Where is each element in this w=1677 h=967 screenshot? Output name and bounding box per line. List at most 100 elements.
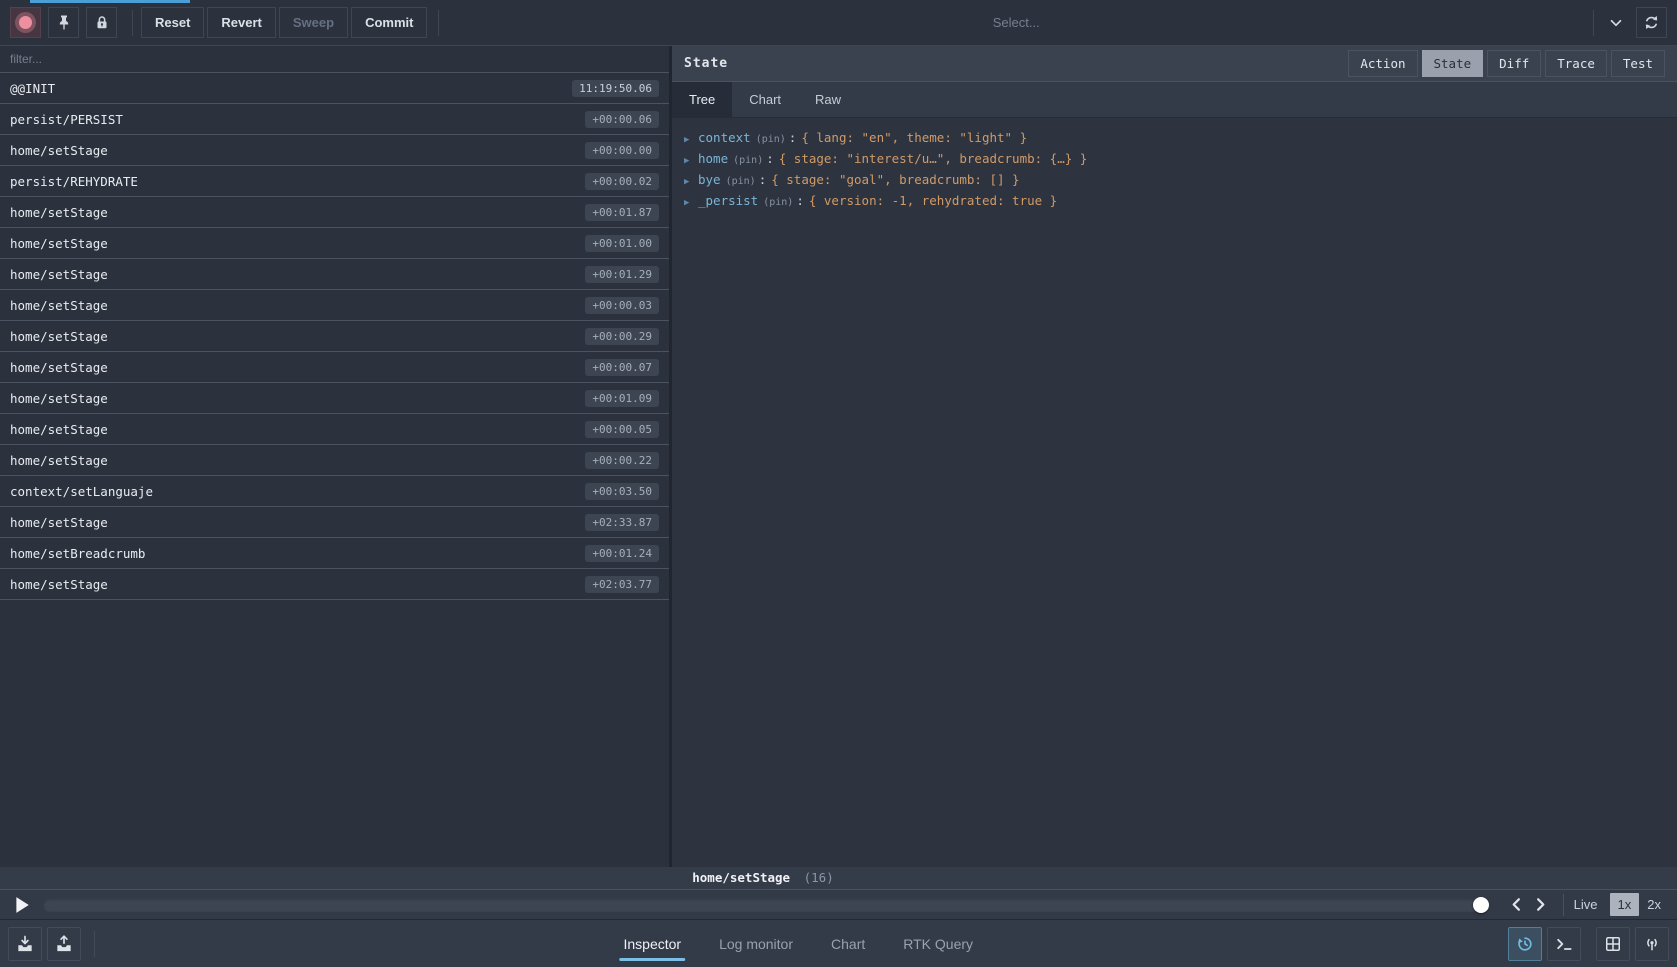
top-accent-line	[30, 0, 190, 3]
tab-action[interactable]: Action	[1348, 50, 1417, 77]
action-row[interactable]: home/setStage +00:00.00	[0, 135, 669, 166]
expand-arrow-icon[interactable]: ▶	[684, 177, 698, 187]
commit-button[interactable]: Commit	[351, 7, 427, 38]
tree-colon: :	[789, 130, 797, 145]
slider-knob[interactable]	[1473, 897, 1489, 913]
tab-trace[interactable]: Trace	[1545, 50, 1607, 77]
top-toolbar: Reset Revert Sweep Commit Select...	[0, 0, 1677, 46]
action-timestamp: +02:33.87	[585, 514, 659, 531]
bottom-bar: Inspector Log monitor Chart RTK Query	[0, 919, 1677, 967]
action-row[interactable]: context/setLanguaje +00:03.50	[0, 476, 669, 507]
sweep-button[interactable]: Sweep	[279, 7, 348, 38]
expand-arrow-icon[interactable]: ▶	[684, 198, 698, 208]
pin-button[interactable]	[48, 7, 79, 38]
import-button[interactable]	[47, 927, 81, 961]
action-timestamp: +00:00.29	[585, 328, 659, 345]
tab-diff[interactable]: Diff	[1487, 50, 1541, 77]
action-label: home/setStage	[10, 515, 108, 530]
instance-select[interactable]: Select...	[447, 7, 1585, 38]
action-timestamp: +00:01.00	[585, 235, 659, 252]
subtab-tree[interactable]: Tree	[672, 82, 732, 117]
bottom-bar-right	[1508, 927, 1677, 961]
tree-node-bye[interactable]: ▶ bye (pin) : { stage: "goal", breadcrum…	[684, 172, 1677, 193]
action-row[interactable]: home/setStage +00:01.00	[0, 228, 669, 259]
lock-button[interactable]	[86, 7, 117, 38]
action-row[interactable]: home/setStage +02:33.87	[0, 507, 669, 538]
action-timestamp: +00:00.07	[585, 359, 659, 376]
filter-row	[0, 46, 669, 73]
remote-button[interactable]	[1635, 927, 1669, 961]
bottom-bar-divider	[94, 931, 95, 957]
step-back-button[interactable]	[1505, 893, 1529, 917]
tray-download-icon	[15, 934, 35, 954]
action-label: home/setStage	[10, 577, 108, 592]
playback-label-row: home/setStage (16)	[0, 867, 1677, 889]
tree-node-persist[interactable]: ▶ _persist (pin) : { version: -1, rehydr…	[684, 193, 1677, 214]
tab-chart[interactable]: Chart	[829, 930, 867, 958]
expand-arrow-icon[interactable]: ▶	[684, 156, 698, 166]
speed-1x-button[interactable]: 1x	[1610, 893, 1640, 916]
tab-inspector[interactable]: Inspector	[621, 930, 683, 958]
tree-key: context	[698, 130, 751, 145]
record-button[interactable]	[10, 7, 41, 38]
action-row[interactable]: home/setBreadcrumb +00:01.24	[0, 538, 669, 569]
action-row[interactable]: persist/PERSIST +00:00.06	[0, 104, 669, 135]
tree-pin-label: (pin)	[726, 176, 756, 187]
revert-button[interactable]: Revert	[207, 7, 275, 38]
action-row[interactable]: home/setStage +00:00.07	[0, 352, 669, 383]
tab-log-monitor[interactable]: Log monitor	[717, 930, 795, 958]
action-row[interactable]: home/setStage +00:00.29	[0, 321, 669, 352]
action-label: home/setStage	[10, 143, 108, 158]
slider-track[interactable]	[43, 898, 1491, 912]
live-button[interactable]: Live	[1574, 897, 1598, 912]
tree-colon: :	[759, 172, 767, 187]
chevron-left-icon	[1509, 897, 1524, 912]
timeline-slider[interactable]	[43, 898, 1491, 912]
action-row[interactable]: home/setStage +00:01.29	[0, 259, 669, 290]
playback-divider	[1563, 894, 1564, 916]
persist-button[interactable]	[1508, 927, 1542, 961]
action-row[interactable]: home/setStage +02:03.77	[0, 569, 669, 600]
tree-colon: :	[796, 193, 804, 208]
tree-key: _persist	[698, 193, 758, 208]
action-row[interactable]: home/setStage +00:01.09	[0, 383, 669, 414]
action-row[interactable]: home/setStage +00:00.03	[0, 290, 669, 321]
tree-node-context[interactable]: ▶ context (pin) : { lang: "en", theme: "…	[684, 130, 1677, 151]
tab-state[interactable]: State	[1422, 50, 1484, 77]
instance-collapse-button[interactable]	[1602, 7, 1630, 38]
action-timestamp: +02:03.77	[585, 576, 659, 593]
action-row[interactable]: home/setStage +00:01.87	[0, 197, 669, 228]
tray-upload-icon	[54, 934, 74, 954]
action-row[interactable]: persist/REHYDRATE +00:00.02	[0, 166, 669, 197]
action-row[interactable]: home/setStage +00:00.05	[0, 414, 669, 445]
bottom-bar-left	[0, 927, 95, 961]
action-row[interactable]: @@INIT 11:19:50.06	[0, 73, 669, 104]
filter-input[interactable]	[10, 52, 659, 66]
subtab-raw[interactable]: Raw	[798, 82, 858, 117]
action-label: home/setStage	[10, 267, 108, 282]
current-action-label: home/setStage (16)	[39, 870, 1487, 885]
state-tree: ▶ context (pin) : { lang: "en", theme: "…	[672, 118, 1677, 214]
step-forward-button[interactable]	[1529, 893, 1553, 917]
layout-button[interactable]	[1596, 927, 1630, 961]
tree-pin-label: (pin)	[733, 155, 763, 166]
export-button[interactable]	[8, 927, 42, 961]
tab-test[interactable]: Test	[1611, 50, 1665, 77]
tree-node-home[interactable]: ▶ home (pin) : { stage: "interest/u…", b…	[684, 151, 1677, 172]
expand-arrow-icon[interactable]: ▶	[684, 135, 698, 145]
tree-key: home	[698, 151, 728, 166]
grid-icon	[1603, 934, 1623, 954]
action-label: home/setStage	[10, 453, 108, 468]
tree-key: bye	[698, 172, 721, 187]
tab-rtk-query[interactable]: RTK Query	[901, 930, 975, 958]
play-button[interactable]	[11, 894, 33, 916]
terminal-icon	[1554, 934, 1574, 954]
subtab-chart[interactable]: Chart	[732, 82, 798, 117]
reset-button[interactable]: Reset	[141, 7, 204, 38]
playback-slider-row: Live 1x 2x	[0, 889, 1677, 919]
action-row[interactable]: home/setStage +00:00.22	[0, 445, 669, 476]
dispatcher-button[interactable]	[1547, 927, 1581, 961]
reload-button[interactable]	[1636, 7, 1667, 38]
speed-2x-button[interactable]: 2x	[1639, 893, 1669, 916]
action-label: home/setStage	[10, 236, 108, 251]
